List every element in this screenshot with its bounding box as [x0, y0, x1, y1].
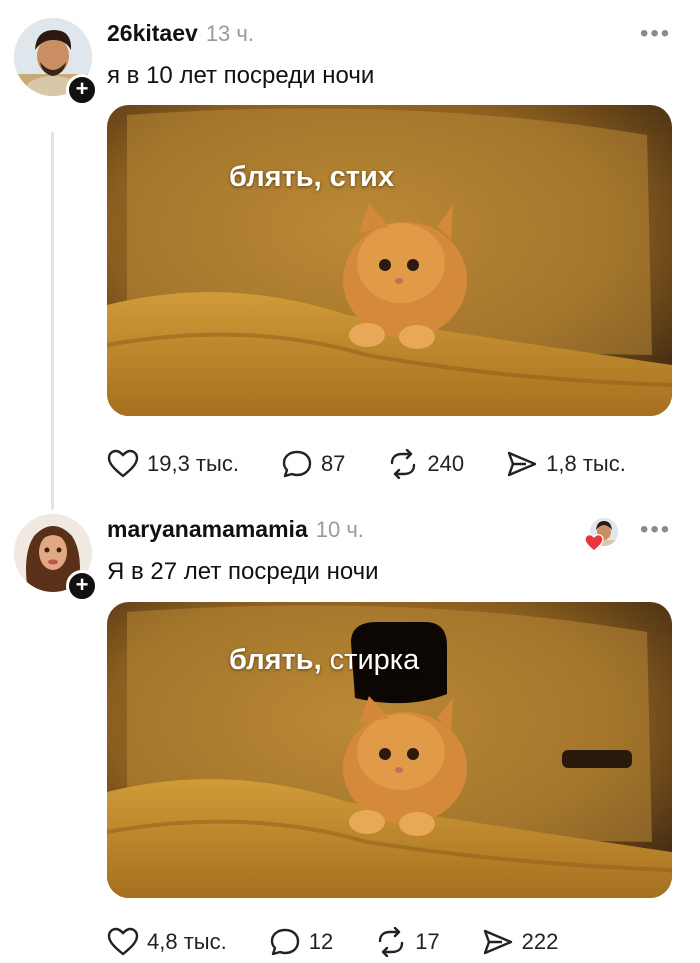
share-button[interactable]: 1,8 тыс.	[506, 449, 626, 479]
post-text: я в 10 лет посреди ночи	[107, 62, 375, 89]
post-actions: 19,3 тыс. 87 240 1,8 тыс.	[107, 447, 668, 481]
like-count: 4,8 тыс.	[147, 929, 227, 954]
post-header: maryanamamamia 10 ч.	[107, 516, 364, 550]
comment-count: 12	[308, 929, 334, 954]
meme-caption-bold: блять, стих	[229, 161, 394, 193]
comment-button[interactable]: 12	[269, 927, 333, 957]
post-2: + maryanamamamia 10 ч. ••• Я в 27 лет по…	[0, 508, 700, 963]
meme-caption: блять, стих	[229, 161, 394, 194]
like-button[interactable]: 4,8 тыс.	[107, 927, 227, 957]
comment-button[interactable]: 87	[281, 449, 345, 479]
heart-filled-icon	[584, 534, 604, 552]
username[interactable]: 26kitaev	[107, 20, 198, 47]
post-2-avatar-wrap[interactable]: +	[14, 514, 98, 602]
send-arrow-icon	[507, 451, 537, 477]
post-image[interactable]: блять, стих	[107, 105, 672, 416]
post-actions: 4,8 тыс. 12 17 222	[107, 925, 600, 959]
thread-line	[51, 132, 54, 510]
speech-bubble-icon	[282, 450, 312, 478]
repost-arrows-icon	[378, 927, 404, 957]
liked-by-author-indicator	[584, 518, 624, 558]
comment-count: 87	[320, 451, 346, 476]
share-button[interactable]: 222	[482, 927, 559, 957]
follow-plus-icon[interactable]: +	[66, 74, 98, 106]
repost-arrows-icon	[391, 449, 416, 479]
post-image[interactable]: блять, стирка	[107, 602, 672, 898]
like-count: 19,3 тыс.	[147, 451, 239, 476]
send-arrow-icon	[483, 929, 512, 955]
speech-bubble-icon	[270, 928, 299, 956]
like-button[interactable]: 19,3 тыс.	[107, 449, 239, 479]
timestamp: 13 ч.	[205, 21, 254, 46]
more-dots-icon[interactable]: •••	[640, 20, 671, 48]
meme-caption: блять, стирка	[229, 644, 419, 677]
repost-button[interactable]: 240	[387, 449, 464, 479]
post-1: + 26kitaev 13 ч. ••• я в 10 лет посреди …	[0, 14, 700, 510]
share-count: 1,8 тыс.	[546, 451, 626, 476]
post-header: 26kitaev 13 ч.	[107, 20, 254, 54]
repost-button[interactable]: 17	[375, 927, 440, 957]
share-count: 222	[521, 929, 559, 954]
timestamp: 10 ч.	[315, 517, 364, 542]
repost-count: 17	[415, 929, 440, 954]
more-dots-icon[interactable]: •••	[640, 516, 671, 544]
repost-count: 240	[427, 451, 465, 476]
follow-plus-icon[interactable]: +	[66, 570, 98, 602]
heart-outline-icon	[107, 927, 139, 956]
meme-caption-thin: стирка	[321, 644, 420, 676]
post-1-avatar-wrap[interactable]: +	[14, 18, 98, 106]
post-text: Я в 27 лет посреди ночи	[107, 558, 379, 585]
username[interactable]: maryanamamamia	[107, 516, 308, 543]
heart-outline-icon	[107, 449, 139, 478]
meme-caption-bold: блять,	[229, 644, 322, 676]
